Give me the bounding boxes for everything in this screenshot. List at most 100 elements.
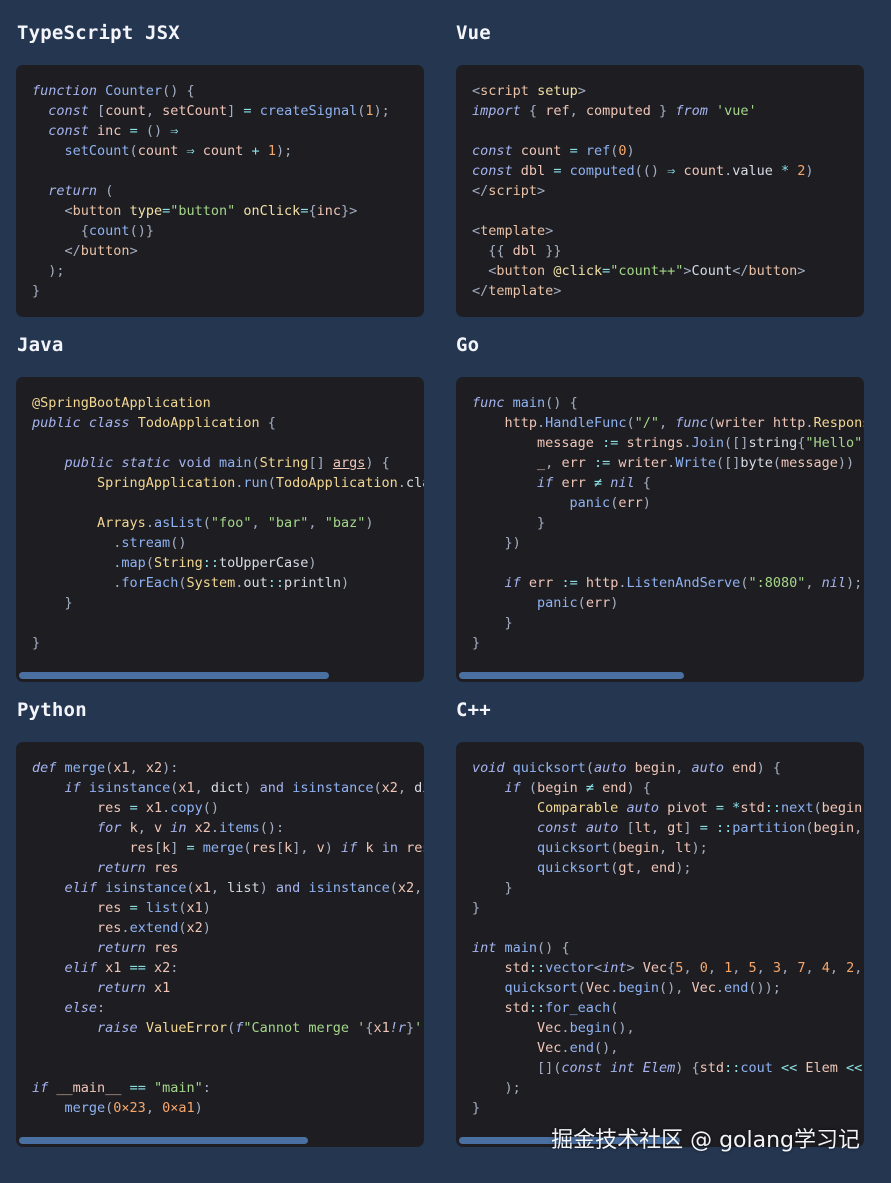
- code-panel-cpp[interactable]: void quicksort(auto begin, auto end) { i…: [456, 742, 864, 1147]
- code-token: isinstance: [292, 780, 374, 796]
- code-token: int: [610, 1060, 635, 1076]
- code-token: string: [748, 435, 798, 451]
- code-token: ): [308, 555, 317, 571]
- code-token: from: [675, 103, 708, 119]
- code-panel-typescript-jsx[interactable]: function Counter() { const [count, setCo…: [16, 65, 424, 317]
- code-token: ≠: [585, 780, 594, 796]
- code-token: writer: [715, 415, 765, 431]
- code-token: =: [186, 840, 195, 856]
- code-token: ): [202, 920, 211, 936]
- code-panel-go[interactable]: func main() { http.HandleFunc("/", func(…: [456, 377, 864, 682]
- code-token: ::: [267, 575, 285, 591]
- code-token: }: [64, 595, 73, 611]
- code-token: raise: [97, 1020, 138, 1036]
- code-token: ,: [414, 880, 423, 896]
- code-token: .: [561, 1040, 570, 1056]
- code-token: gt: [667, 820, 684, 836]
- code-token: );: [504, 1080, 521, 1096]
- code-token: "bar": [267, 515, 309, 531]
- language-title: Vue: [456, 22, 491, 44]
- code-line: func main() {: [472, 393, 864, 413]
- code-token: TodoApplication: [137, 415, 260, 431]
- code-token: <: [593, 960, 603, 976]
- code-token: x1: [105, 960, 122, 976]
- code-token: );: [691, 840, 708, 856]
- code-token: =: [699, 820, 708, 836]
- code-token: button: [748, 263, 798, 279]
- code-token: x2: [397, 880, 415, 896]
- code-token: return: [97, 940, 146, 956]
- code-line: return x1: [32, 978, 424, 998]
- horizontal-scrollbar[interactable]: [19, 1137, 308, 1144]
- code-token: pivot: [667, 800, 708, 816]
- code-token: >: [683, 263, 692, 279]
- code-token: .: [561, 1020, 570, 1036]
- code-token: "baz": [324, 515, 366, 531]
- code-token: >: [797, 263, 806, 279]
- code-token: (: [145, 555, 154, 571]
- code-token: if: [32, 1080, 49, 1096]
- code-token: x1: [178, 780, 195, 796]
- code-token: .: [210, 820, 220, 836]
- code-token: public: [64, 455, 114, 471]
- code-line: if __main__ == "main":: [32, 1078, 424, 1098]
- code-token: .: [121, 920, 130, 936]
- code-token: =: [569, 143, 578, 159]
- horizontal-scrollbar[interactable]: [459, 672, 684, 679]
- code-token: =: [129, 800, 138, 816]
- code-token: public: [32, 415, 81, 431]
- code-token: .: [618, 575, 627, 591]
- code-token: ,: [145, 1100, 163, 1116]
- watermark: 掘金技术社区 @ golang学习记: [551, 1128, 860, 1153]
- code-token: stream: [121, 535, 171, 551]
- code-token: =: [715, 800, 725, 816]
- horizontal-scrollbar[interactable]: [19, 672, 329, 679]
- code-panel-vue[interactable]: <script setup> import { ref, computed } f…: [456, 65, 864, 317]
- code-line: }: [32, 633, 424, 653]
- code-token: ): [340, 575, 350, 591]
- code-token: end: [724, 980, 749, 996]
- code-token: }): [504, 535, 521, 551]
- code-token: "Hello": [805, 435, 863, 451]
- code-token: <: [472, 83, 481, 99]
- code-token: gt: [618, 860, 635, 876]
- code-token: }: [405, 1020, 415, 1036]
- code-line: res = x1.copy(): [32, 798, 424, 818]
- code-panel-python[interactable]: def merge(x1, x2): if isinstance(x1, dic…: [16, 742, 424, 1147]
- code-token: "button": [170, 203, 236, 219]
- code-line: }: [472, 1098, 864, 1118]
- code-token: (),: [610, 1020, 635, 1036]
- code-token: String: [153, 555, 203, 571]
- code-token: }: [472, 900, 481, 916]
- code-token: ,: [658, 415, 676, 431]
- code-token: ): [805, 163, 814, 179]
- code-token: panic: [537, 595, 578, 611]
- code-line: const auto [lt, gt] = ::partition(begin,…: [472, 818, 864, 838]
- code-panel-java[interactable]: @SpringBootApplication public class TodoA…: [16, 377, 424, 682]
- code-line: quicksort(gt, end);: [472, 858, 864, 878]
